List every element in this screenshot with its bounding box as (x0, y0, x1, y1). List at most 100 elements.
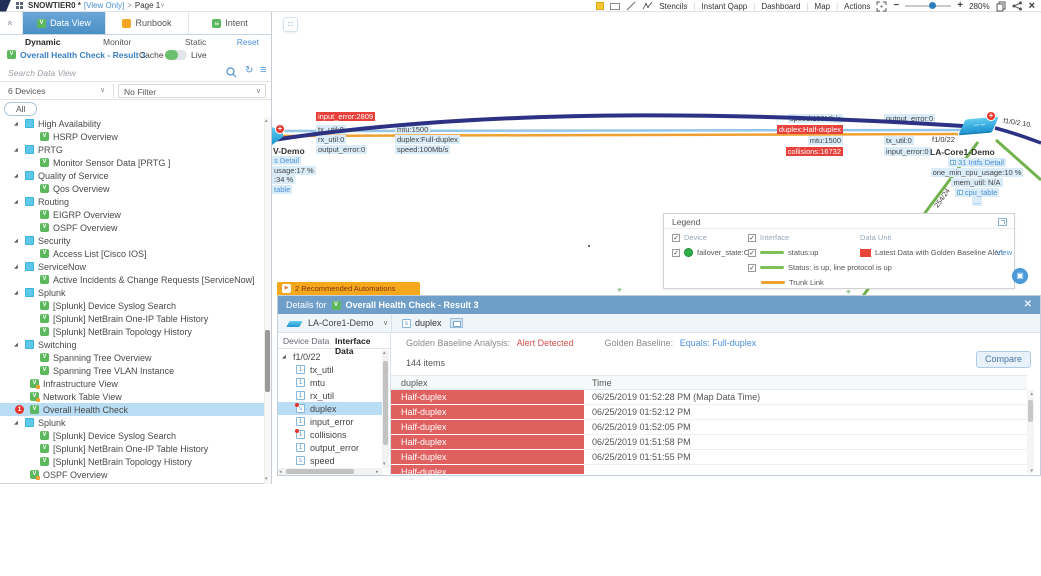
subtab-monitor[interactable]: Monitor (103, 37, 131, 47)
sidebar-scrollbar-thumb[interactable] (265, 330, 270, 392)
right-device-name[interactable]: LA-Core1-Demo (930, 147, 995, 157)
compare-button[interactable]: Compare (976, 351, 1031, 368)
legend-popout-icon[interactable] (998, 218, 1007, 226)
sidebar-tree-item[interactable]: V[Splunk] NetBrain Topology History (0, 325, 264, 338)
sidebar-tree-item[interactable]: V[Splunk] NetBrain One-IP Table History (0, 442, 264, 455)
menu-icon[interactable]: ≡ (260, 64, 266, 76)
table-row[interactable]: Half-duplex06/25/2019 01:51:55 PM (391, 450, 1027, 465)
menu-item-actions[interactable]: Actions (844, 2, 870, 11)
field-tree-item-collisions[interactable]: 1collisions (278, 428, 382, 441)
field-tree-item-mtu[interactable]: 1mtu (278, 376, 382, 389)
field-tree-item-input_error[interactable]: 1input_error (278, 415, 382, 428)
zoom-out-button[interactable]: − (893, 1, 899, 11)
recommended-automations-bar[interactable]: ▶ 2 Recommended Automations (277, 282, 420, 295)
page-selector[interactable]: Page 1 (135, 1, 160, 10)
sidebar-tree-item[interactable]: VAccess List [Cisco IOS] (0, 247, 264, 260)
right-device-alert-badge[interactable]: + (986, 111, 996, 121)
scroll-left-icon[interactable]: ◂ (279, 469, 282, 475)
sidebar-tree-item[interactable]: ◢High Availability (0, 117, 264, 130)
sidebar-tree-item[interactable]: VMonitor Sensor Data [PRTG ] (0, 156, 264, 169)
sidebar-tree-item[interactable]: VEIGRP Overview (0, 208, 264, 221)
sidebar-tree-item[interactable]: VSpanning Tree Overview (0, 351, 264, 364)
sidebar-tree-item[interactable]: ◢Security (0, 234, 264, 247)
sidebar-tree-item[interactable]: VSpanning Tree VLAN Instance (0, 364, 264, 377)
device-detail-link[interactable]: table (272, 185, 292, 194)
menu-item-map[interactable]: Map (815, 2, 831, 11)
sidebar-tree-item[interactable]: ◢ServiceNow (0, 260, 264, 273)
scroll-down-icon[interactable]: ▾ (1030, 468, 1033, 474)
details-tree-scrollbar-thumb[interactable] (383, 361, 388, 445)
expand-arrow-icon[interactable]: ◢ (14, 147, 21, 153)
close-icon[interactable]: ✕ (1024, 299, 1032, 310)
subtab-dynamic[interactable]: Dynamic (25, 37, 60, 47)
sidebar-tree-item[interactable]: VHSRP Overview (0, 130, 264, 143)
result-link[interactable]: Overall Health Check - Result 3 (20, 50, 146, 60)
path-tool-icon[interactable] (642, 1, 653, 11)
left-device-name[interactable]: V-Demo (273, 146, 305, 156)
baseline-value[interactable]: Equals: Full-duplex (680, 338, 757, 348)
legend-interface-item[interactable]: Trunk Link (761, 278, 824, 287)
field-tree-item-tx_util[interactable]: 1tx_util (278, 363, 382, 376)
expand-tab-icon[interactable] (450, 318, 463, 328)
search-input[interactable]: Search Data View (8, 68, 76, 78)
legend-interface-item[interactable]: ✓Status: is up, line protocol is up (748, 263, 892, 272)
sidebar-tree-item[interactable]: VOSPF Overview (0, 221, 264, 234)
expand-arrow-icon[interactable]: ◢ (14, 264, 21, 270)
sidebar-tree-item[interactable]: V[Splunk] NetBrain Topology History (0, 455, 264, 468)
legend-device-item[interactable]: ✓failover_state:On (672, 248, 754, 257)
column-header-time[interactable]: Time (584, 376, 1027, 389)
search-icon[interactable] (226, 67, 237, 78)
menu-item-stencils[interactable]: Stencils (659, 2, 687, 11)
filter-dropdown[interactable]: No Filter ∨ (118, 84, 266, 98)
column-header-duplex[interactable]: duplex (391, 376, 584, 389)
save-icon[interactable] (996, 1, 1006, 12)
subtab-static[interactable]: Static (185, 37, 206, 47)
cache-live-toggle[interactable] (165, 50, 187, 60)
fit-screen-icon[interactable] (876, 1, 887, 12)
device-detail-link[interactable]: 31 Intfs Detail (948, 158, 1006, 167)
tab-intent[interactable]: NI Intent (188, 12, 271, 34)
tab-data-view[interactable]: V Data View (22, 12, 105, 34)
chevron-down-icon[interactable]: ∨ (100, 86, 105, 94)
assistant-robot-icon[interactable]: ▣ (1012, 268, 1028, 284)
field-tree-item-duplex[interactable]: sduplex (278, 402, 382, 415)
details-tree-hscrollbar-thumb[interactable] (286, 469, 354, 474)
table-row[interactable]: Half-duplex06/25/2019 01:52:12 PM (391, 405, 1027, 420)
collapse-panel-icon[interactable]: « (0, 12, 22, 34)
sidebar-tree-item[interactable]: ◢Splunk (0, 286, 264, 299)
legend-interface-item[interactable]: ✓status:up (748, 248, 818, 257)
table-row[interactable]: Half-duplex06/25/2019 01:52:28 PM (Map D… (391, 390, 1027, 405)
sidebar-scrollbar[interactable] (264, 117, 271, 484)
expand-arrow-icon[interactable]: ◢ (14, 199, 21, 205)
device-detail-link[interactable]: cpu_table (955, 188, 1000, 197)
refresh-icon[interactable]: ↻ (245, 65, 253, 76)
device-filter-dropdown[interactable]: 6 Devices (8, 86, 45, 96)
device-detail-link[interactable]: ... (972, 197, 982, 206)
sidebar-tree-item[interactable]: ◢Splunk (0, 416, 264, 429)
all-filter-pill[interactable]: All (4, 102, 37, 116)
table-row[interactable]: Half-duplex06/25/2019 01:52:05 PM (391, 420, 1027, 435)
expand-arrow-icon[interactable]: ◢ (14, 290, 21, 296)
table-row[interactable]: Half-duplex (391, 465, 1027, 474)
sidebar-tree-item[interactable]: ◢PRTG (0, 143, 264, 156)
sidebar-tree-item[interactable]: VInfrastructure View (0, 377, 264, 390)
zoom-in-button[interactable]: + (957, 1, 963, 11)
legend-interface-header[interactable]: ✓Interface (748, 233, 789, 242)
left-device-alert-badge[interactable]: + (275, 124, 285, 134)
device-selector[interactable]: LA-Core1-Demo (308, 318, 374, 328)
scroll-up-icon[interactable]: ▴ (1030, 391, 1033, 397)
scroll-down-icon[interactable]: ▾ (265, 476, 268, 482)
checkbox[interactable]: ✓ (748, 249, 756, 257)
menu-item-dashboard[interactable]: Dashboard (761, 2, 800, 11)
scroll-up-icon[interactable]: ▴ (383, 350, 386, 356)
device-detail-link[interactable]: s Detail (272, 156, 301, 165)
field-tree-item-speed[interactable]: sspeed (278, 454, 382, 467)
table-row[interactable]: Half-duplex06/25/2019 01:51:58 PM (391, 435, 1027, 450)
share-icon[interactable] (1012, 1, 1023, 11)
sidebar-tree-item[interactable]: V[Splunk] Device Syslog Search (0, 299, 264, 312)
sidebar-tree-item[interactable]: V[Splunk] NetBrain One-IP Table History (0, 312, 264, 325)
sidebar-tree-item[interactable]: VQos Overview (0, 182, 264, 195)
reset-link[interactable]: Reset (237, 37, 259, 47)
zoom-slider-handle[interactable] (929, 2, 936, 9)
zoom-slider[interactable] (905, 5, 951, 7)
